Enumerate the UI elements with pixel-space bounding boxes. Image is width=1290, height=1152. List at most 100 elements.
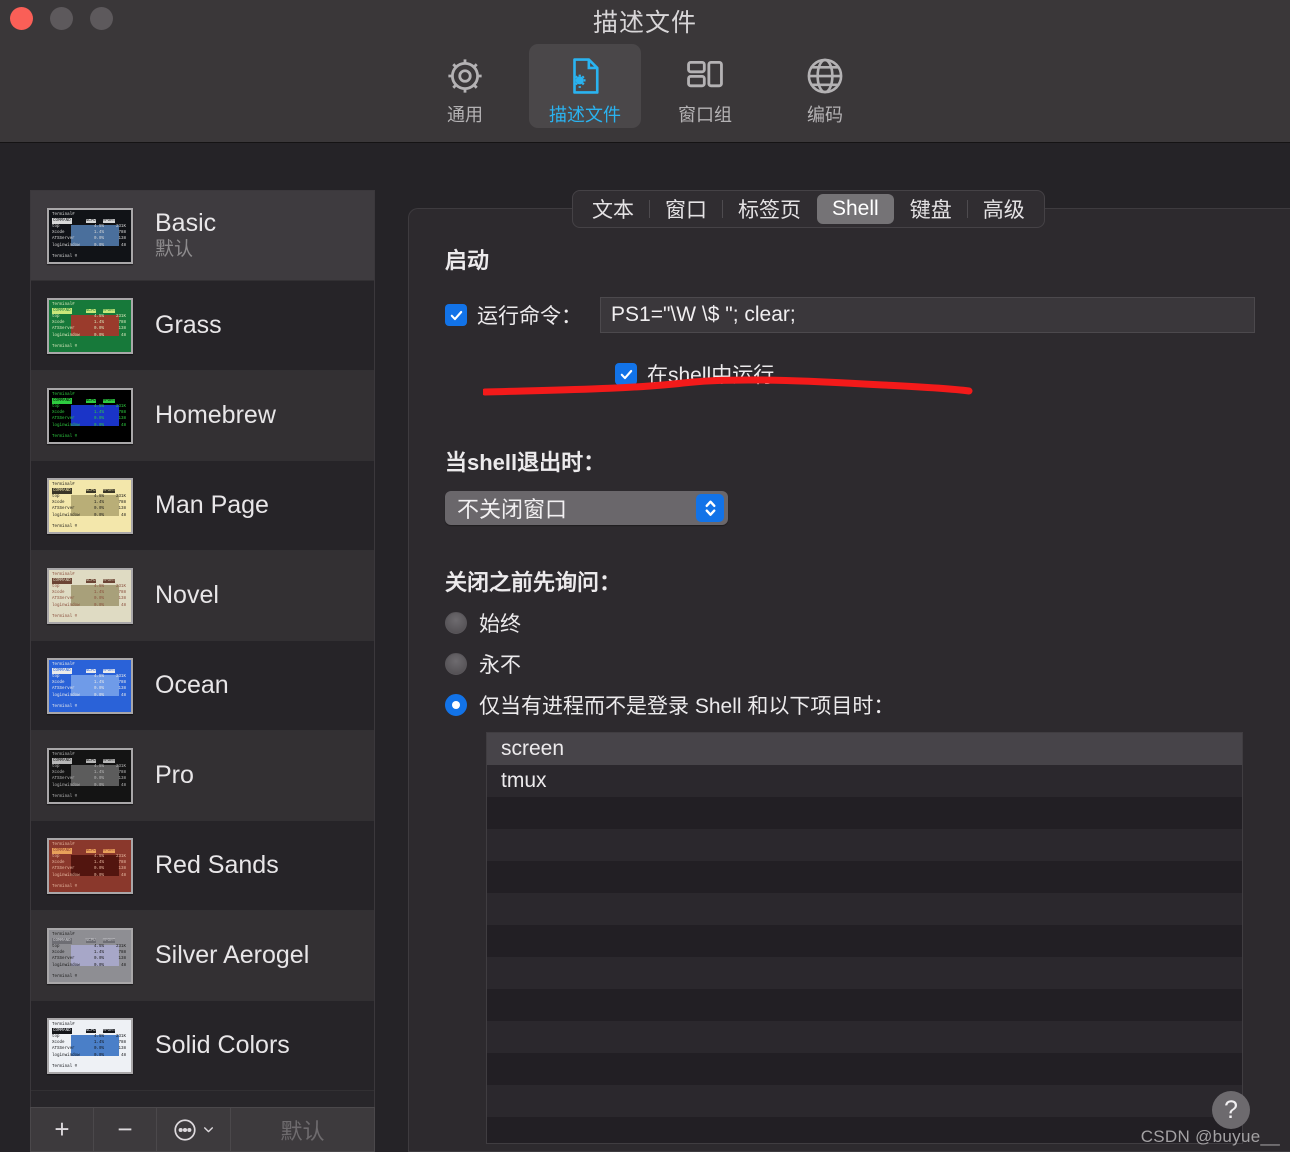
profile-row[interactable]: Terminal# COMMAND %CPU #PORT top 4.5% 231K Xcod… — [31, 191, 374, 281]
radio-only-processes[interactable] — [445, 694, 467, 716]
tab-文本[interactable]: 文本 — [577, 194, 649, 224]
profile-name-block: Ocean — [155, 671, 229, 700]
radio-row-never[interactable]: 永不 — [445, 649, 1255, 679]
profile-thumbnail: Terminal# COMMAND %CPU #PORT top 4.5% 231K Xcod… — [47, 477, 133, 534]
toolbar-label-profiles: 描述文件 — [549, 105, 621, 125]
profile-name: Grass — [155, 311, 222, 339]
profile-name: Man Page — [155, 491, 269, 519]
process-list-empty-row — [487, 925, 1242, 957]
profile-name-block: Homebrew — [155, 401, 276, 430]
toolbar-label-encodings: 编码 — [807, 105, 843, 125]
profile-name-block: Basic 默认 — [155, 209, 216, 262]
set-default-button[interactable]: 默认 — [231, 1108, 374, 1151]
profile-row[interactable]: Terminal# COMMAND %CPU #PORT top 4.5% 231K Xcod… — [31, 641, 374, 731]
profile-name: Ocean — [155, 671, 229, 699]
ask-before-closing-section: 关闭之前先询问： 始终 永不 仅当有进程而不是登录 Shell 和以下项目时： … — [445, 565, 1255, 1152]
profile-thumbnail: Terminal# COMMAND %CPU #PORT top 4.5% 231K Xcod… — [47, 837, 133, 894]
window-title: 描述文件 — [592, 9, 697, 37]
profile-name-block: Silver Aerogel — [155, 941, 309, 970]
on-exit-select[interactable]: 不关闭窗口 — [445, 491, 728, 525]
add-profile-button[interactable]: + — [31, 1108, 94, 1151]
on-exit-selected-value: 不关闭窗口 — [457, 497, 568, 522]
on-exit-title: 当shell退出时： — [445, 450, 606, 475]
profile-thumbnail: Terminal# COMMAND %CPU #PORT top 4.5% 231K Xcod… — [47, 927, 133, 984]
run-in-shell-label: 在shell中运行 — [647, 364, 775, 387]
tab-高级[interactable]: 高级 — [968, 194, 1040, 224]
profile-row[interactable]: Terminal# COMMAND %CPU #PORT top 4.5% 231K Xcod… — [31, 1001, 374, 1091]
sidebar-footer-toolbar: + − 默认 — [30, 1107, 375, 1152]
toolbar-item-profiles[interactable]: 描述文件 — [529, 44, 641, 128]
toolbar-item-encodings[interactable]: 编码 — [769, 44, 881, 128]
profile-name: Homebrew — [155, 401, 276, 429]
profile-name: Novel — [155, 581, 219, 609]
watermark: CSDN @buyue__ — [1140, 1127, 1280, 1146]
on-exit-section: 当shell退出时： 不关闭窗口 — [445, 445, 1255, 525]
profiles-sidebar[interactable]: Terminal# COMMAND %CPU #PORT top 4.5% 231K Xcod… — [30, 190, 375, 1152]
profile-row[interactable]: Terminal# COMMAND %CPU #PORT top 4.5% 231K Xcod… — [31, 731, 374, 821]
toolbar-item-window-groups[interactable]: 窗口组 — [649, 44, 761, 128]
profile-thumbnail: Terminal# COMMAND %CPU #PORT top 4.5% 231K Xcod… — [47, 567, 133, 624]
profile-row[interactable]: Terminal# COMMAND %CPU #PORT top 4.5% 231K Xcod… — [31, 461, 374, 551]
profile-thumbnail: Terminal# COMMAND %CPU #PORT top 4.5% 231K Xcod… — [47, 387, 133, 444]
profile-row[interactable]: Terminal# COMMAND %CPU #PORT top 4.5% 231K Xcod… — [31, 911, 374, 1001]
process-list-empty-row — [487, 893, 1242, 925]
document-gear-icon — [564, 52, 606, 100]
profile-thumbnail: Terminal# COMMAND %CPU #PORT top 4.5% 231K Xcod… — [47, 657, 133, 714]
profile-name-block: Novel — [155, 581, 219, 610]
profile-name-block: Red Sands — [155, 851, 279, 880]
toolbar-label-general: 通用 — [447, 105, 483, 125]
radio-always[interactable] — [445, 612, 467, 634]
process-list-item[interactable]: tmux — [487, 765, 1242, 797]
profile-name: Silver Aerogel — [155, 941, 310, 969]
profile-row[interactable]: Terminal# COMMAND %CPU #PORT top 4.5% 231K Xcod… — [31, 371, 374, 461]
window-group-icon — [684, 52, 726, 100]
profile-thumbnail: Terminal# COMMAND %CPU #PORT top 4.5% 231K Xcod… — [47, 207, 133, 264]
profile-row[interactable]: Terminal# COMMAND %CPU #PORT top 4.5% 231K Xcod… — [31, 281, 374, 371]
process-list-empty-row — [487, 797, 1242, 829]
run-command-row: 运行命令： PS1="\W \$ "; clear; — [445, 297, 1255, 333]
settings-panel: 启动 运行命令： PS1="\W \$ "; clear; 在shell中运行 — [408, 208, 1290, 1152]
profile-thumbnail: Terminal# COMMAND %CPU #PORT top 4.5% 231K Xcod… — [47, 747, 133, 804]
process-list[interactable]: screen tmux — [486, 732, 1243, 1144]
radio-label-never: 永不 — [479, 654, 521, 677]
profile-actions-menu-button[interactable] — [157, 1108, 231, 1151]
profile-row[interactable]: Terminal# COMMAND %CPU #PORT top 4.5% 231K Xcod… — [31, 551, 374, 641]
tab-Shell[interactable]: Shell — [817, 194, 894, 224]
run-command-input[interactable]: PS1="\W \$ "; clear; — [600, 297, 1255, 333]
radio-never[interactable] — [445, 653, 467, 675]
process-list-empty-row — [487, 989, 1242, 1021]
toolbar-item-general[interactable]: 通用 — [409, 44, 521, 128]
tab-键盘[interactable]: 键盘 — [895, 194, 967, 224]
ask-before-closing-title: 关闭之前先询问： — [445, 570, 622, 595]
gear-icon — [444, 52, 486, 100]
profile-row[interactable]: Terminal# COMMAND %CPU #PORT top 4.5% 231K Xcod… — [31, 821, 374, 911]
run-command-checkbox[interactable] — [445, 304, 467, 326]
process-list-empty-row — [487, 829, 1242, 861]
run-in-shell-checkbox[interactable] — [615, 363, 637, 385]
radio-label-only-processes: 仅当有进程而不是登录 Shell 和以下项目时： — [479, 695, 895, 718]
help-button[interactable]: ? — [1212, 1091, 1250, 1129]
profile-name-block: Man Page — [155, 491, 269, 520]
process-list-empty-row — [487, 1021, 1242, 1053]
startup-section-title: 启动 — [445, 248, 490, 273]
profile-name-block: Solid Colors — [155, 1031, 290, 1060]
radio-row-only-processes[interactable]: 仅当有进程而不是登录 Shell 和以下项目时： — [445, 690, 1255, 720]
settings-tab-bar[interactable]: 文本 窗口 标签页 Shell 键盘 高级 — [572, 190, 1045, 228]
preferences-window: 描述文件 通用 描述文件 窗口组 编码 Terminal# COMMAND %C… — [0, 0, 1290, 1152]
profile-name-block: Grass — [155, 311, 222, 340]
remove-profile-button[interactable]: − — [94, 1108, 157, 1151]
title-bar: 描述文件 通用 描述文件 窗口组 编码 — [0, 0, 1290, 143]
process-list-empty-row — [487, 957, 1242, 989]
run-command-label: 运行命令： — [477, 305, 582, 328]
process-list-item[interactable]: screen — [487, 733, 1242, 765]
tab-标签页[interactable]: 标签页 — [723, 194, 816, 224]
profile-name: Pro — [155, 761, 194, 789]
toolbar-label-window-groups: 窗口组 — [678, 105, 732, 125]
profile-name-block: Pro — [155, 761, 194, 790]
process-list-empty-row — [487, 1117, 1242, 1143]
chevron-up-down-icon — [696, 494, 724, 522]
process-list-empty-row — [487, 861, 1242, 893]
tab-窗口[interactable]: 窗口 — [650, 194, 722, 224]
radio-row-always[interactable]: 始终 — [445, 608, 1255, 638]
process-list-empty-row — [487, 1085, 1242, 1117]
